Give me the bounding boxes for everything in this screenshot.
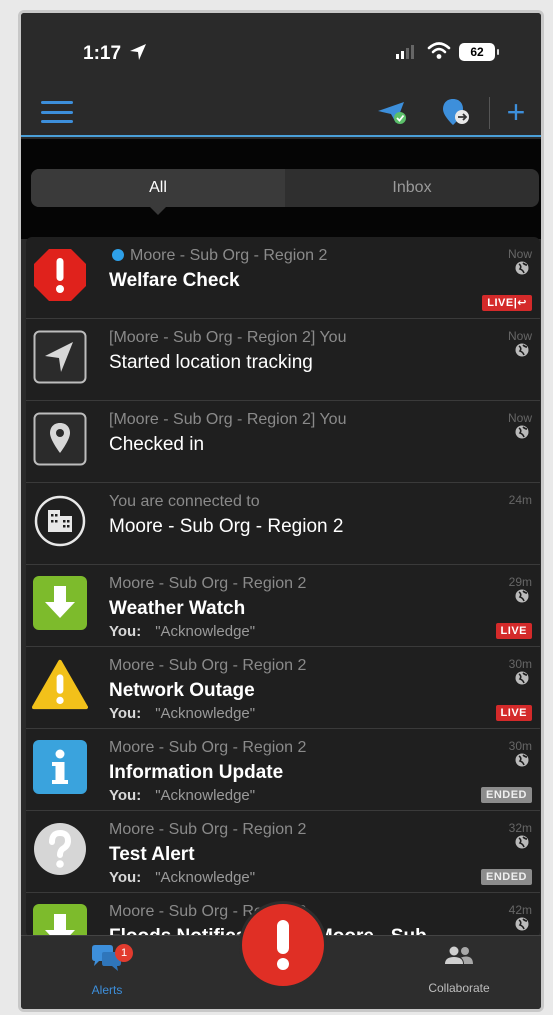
response-label: You:	[109, 869, 142, 886]
item-org: [Moore - Sub Org - Region 2] You	[109, 411, 347, 428]
status-badge: ENDED	[480, 787, 532, 803]
item-response: You: "Acknowledge"	[109, 787, 255, 804]
alert-feed-list: Moore - Sub Org - Region 2 Welfare Check…	[26, 237, 540, 937]
globe-icon	[515, 425, 529, 439]
item-org: Moore - Sub Org - Region 2	[109, 575, 307, 592]
item-response: You: "Acknowledge"	[109, 869, 255, 886]
people-icon	[445, 946, 473, 964]
status-badge: LIVE	[495, 705, 532, 721]
item-time: 29m	[508, 575, 532, 589]
header-divider	[489, 97, 490, 129]
green-down-arrow-icon	[32, 903, 88, 937]
item-time: Now	[507, 411, 532, 425]
item-org: Moore - Sub Org - Region 2	[109, 657, 307, 674]
response-label: You:	[109, 787, 142, 804]
add-icon[interactable]: +	[501, 95, 531, 129]
item-time: 42m	[508, 903, 532, 917]
tab-all[interactable]: All	[31, 169, 285, 215]
phone-screen: 1:17 62 + All Inbox Moore - Sub Org - Re…	[18, 10, 544, 1012]
app-header: +	[21, 91, 541, 137]
item-title: Test Alert	[109, 844, 195, 865]
globe-icon	[515, 261, 529, 275]
send-status-icon[interactable]	[376, 99, 410, 127]
item-org: Moore - Sub Org - Region 2	[130, 247, 328, 264]
exclamation-icon	[277, 920, 289, 970]
gray-question-icon	[32, 821, 88, 877]
map-pin-icon	[32, 411, 88, 467]
item-org: You are connected to	[109, 493, 260, 510]
item-title: Network Outage	[109, 680, 255, 701]
item-org: [Moore - Sub Org - Region 2] You	[109, 329, 347, 346]
item-title: Weather Watch	[109, 598, 246, 619]
wifi-icon	[427, 42, 451, 59]
item-response: You: "Acknowledge"	[109, 705, 255, 722]
globe-icon	[515, 589, 529, 603]
item-title: Started location tracking	[109, 352, 313, 373]
list-item[interactable]: [Moore - Sub Org - Region 2] You Checked…	[26, 401, 540, 483]
item-time: 24m	[508, 493, 532, 507]
building-icon	[32, 493, 88, 549]
item-time: 32m	[508, 821, 532, 835]
list-item[interactable]: Moore - Sub Org - Region 2 Information U…	[26, 729, 540, 811]
list-item[interactable]: Moore - Sub Org - Region 2 Welfare Check…	[26, 237, 540, 319]
globe-icon	[515, 343, 529, 357]
status-badge: ENDED	[480, 869, 532, 885]
item-time: 30m	[508, 739, 532, 753]
location-services-icon	[130, 44, 146, 60]
response-value: "Acknowledge"	[155, 705, 256, 722]
item-title: Information Update	[109, 762, 284, 783]
item-org: Moore - Sub Org - Region 2	[109, 821, 307, 838]
status-time: 1:17	[83, 43, 122, 64]
feed-filter-tabs: All Inbox	[31, 169, 539, 215]
filter-area: All Inbox	[21, 139, 541, 239]
status-badge: LIVE|↩	[482, 295, 532, 311]
send-alert-button[interactable]	[239, 901, 327, 989]
item-time: Now	[507, 247, 532, 261]
menu-icon[interactable]	[41, 101, 73, 123]
navigation-arrow-icon	[32, 329, 88, 385]
item-title: Moore - Sub Org - Region 2	[109, 516, 344, 537]
status-bar: 1:17 62	[21, 13, 541, 91]
unread-indicator	[112, 249, 124, 261]
item-title: Welfare Check	[109, 270, 240, 291]
green-down-arrow-icon	[32, 575, 88, 631]
tab-collaborate-label: Collaborate	[428, 981, 490, 995]
item-time: Now	[507, 329, 532, 343]
check-in-location-icon[interactable]	[441, 97, 471, 129]
list-item[interactable]: You are connected to Moore - Sub Org - R…	[26, 483, 540, 565]
globe-icon	[515, 671, 529, 685]
list-item[interactable]: Moore - Sub Org - Region 2 Network Outag…	[26, 647, 540, 729]
list-item[interactable]: [Moore - Sub Org - Region 2] You Started…	[26, 319, 540, 401]
response-label: You:	[109, 623, 142, 640]
globe-icon	[515, 835, 529, 849]
item-org: Moore - Sub Org - Region 2	[109, 739, 307, 756]
response-value: "Acknowledge"	[155, 787, 256, 804]
globe-icon	[515, 917, 529, 931]
cellular-signal-icon	[396, 45, 414, 59]
alerts-count-badge: 1	[115, 944, 133, 962]
blue-info-icon	[32, 739, 88, 795]
red-octagon-exclamation-icon	[32, 247, 88, 303]
item-title: Checked in	[109, 434, 205, 455]
response-label: You:	[109, 705, 142, 722]
tab-collaborate[interactable]: Collaborate	[399, 944, 519, 995]
battery-indicator: 62	[459, 43, 499, 61]
yellow-warning-icon	[32, 657, 88, 713]
item-response: You: "Acknowledge"	[109, 623, 255, 640]
response-value: "Acknowledge"	[155, 869, 256, 886]
list-item[interactable]: Moore - Sub Org - Region 2 Test Alert Yo…	[26, 811, 540, 893]
tab-alerts-label: Alerts	[91, 983, 123, 997]
item-time: 30m	[508, 657, 532, 671]
response-value: "Acknowledge"	[155, 623, 256, 640]
tab-inbox[interactable]: Inbox	[285, 169, 539, 207]
globe-icon	[515, 753, 529, 767]
tab-alerts[interactable]: 1 Alerts	[47, 944, 167, 997]
list-item[interactable]: Moore - Sub Org - Region 2 Weather Watch…	[26, 565, 540, 647]
status-badge: LIVE	[495, 623, 532, 639]
